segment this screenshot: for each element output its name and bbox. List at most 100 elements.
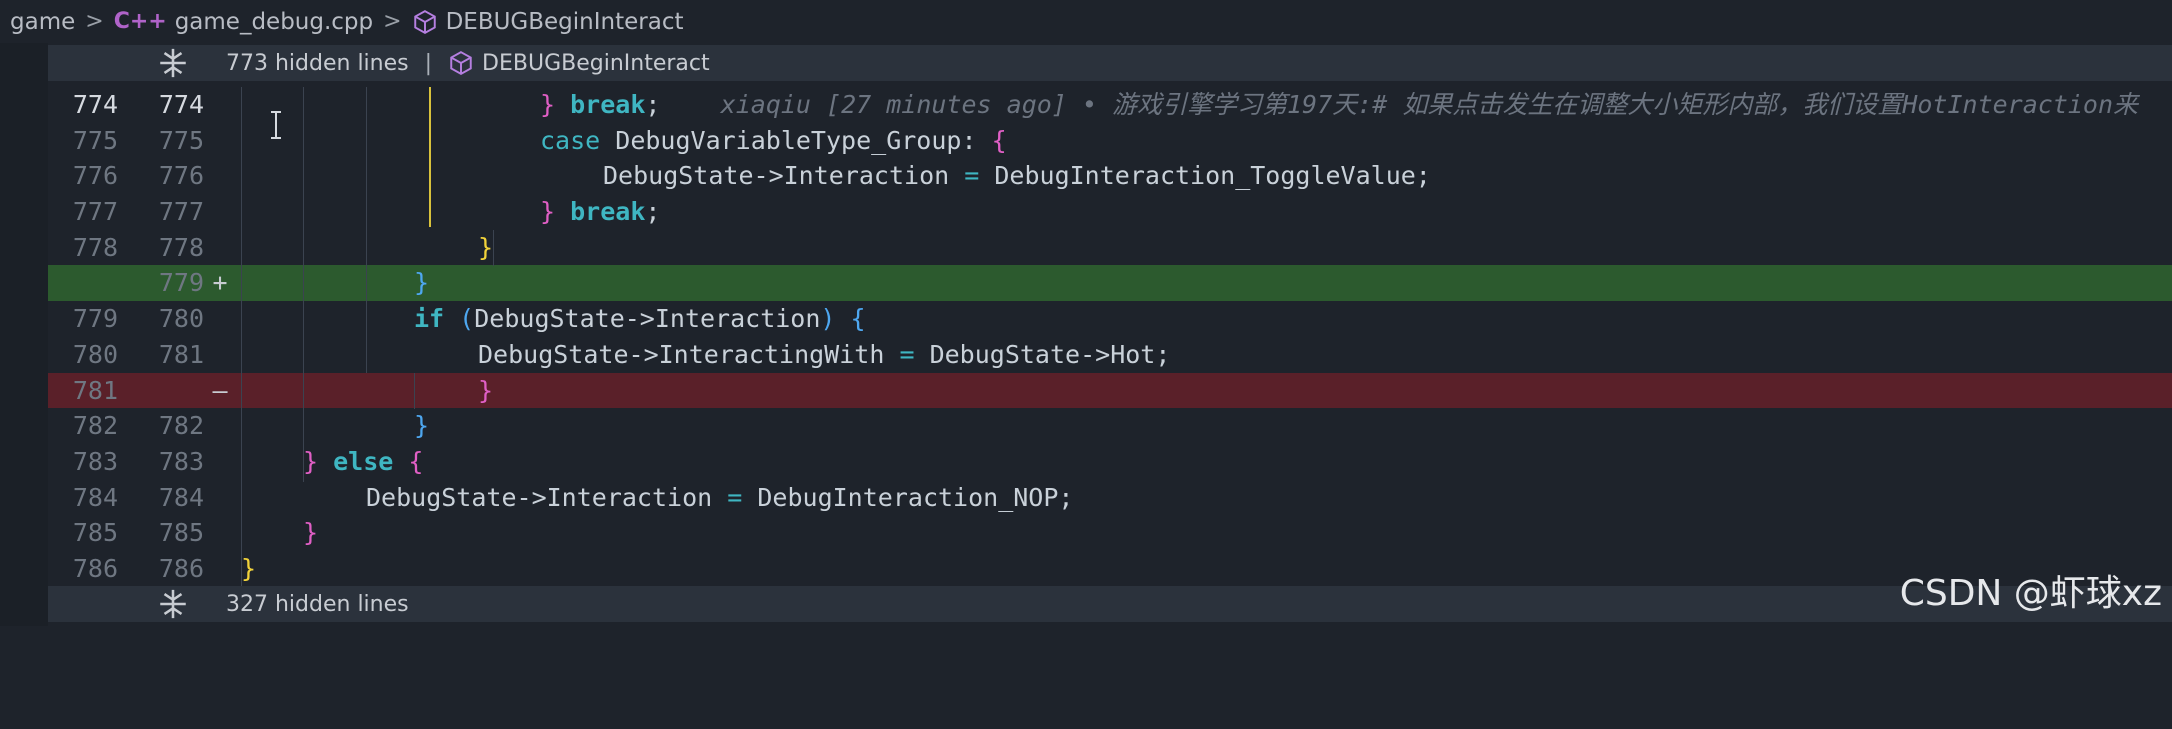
fold-bar-top[interactable]: 773 hidden lines | DEBUGBeginInteract [48, 45, 2172, 81]
code-line[interactable]: 785 785 } [48, 515, 2172, 551]
code-line[interactable]: 782 782 } [48, 408, 2172, 444]
operator: = [899, 339, 915, 369]
brace: } [241, 553, 257, 583]
indent-guide [303, 87, 304, 482]
old-line-number: 782 [72, 411, 118, 441]
new-line-number: 783 [158, 446, 204, 476]
new-line-number: 784 [158, 482, 204, 512]
chevron-right-icon: > [85, 9, 104, 34]
git-blame-annotation[interactable]: xiaqiu [27 minutes ago] • 游戏引擎学习第197天:# … [721, 90, 2138, 119]
rhs: DebugInteraction_NOP; [757, 482, 1074, 512]
chevron-right-icon: > [383, 9, 402, 34]
brace: } [478, 232, 494, 262]
old-line-number: 774 [72, 90, 118, 119]
brace: } [414, 411, 430, 441]
operator: = [727, 482, 743, 512]
breadcrumb-folder[interactable]: game [10, 9, 75, 35]
old-line-number: 779 [72, 304, 118, 334]
brace: } [414, 268, 430, 298]
keyword-case: case [540, 125, 601, 155]
new-line-number: 785 [158, 518, 204, 548]
rhs: DebugState->Hot; [929, 339, 1171, 369]
code-text: DebugState->InteractingWith = DebugState… [478, 337, 1170, 373]
case-label: DebugVariableType_Group: [600, 125, 977, 155]
code-text: } [478, 373, 493, 409]
old-line-number: 785 [72, 518, 118, 548]
old-line-number: 777 [72, 197, 118, 227]
added-marker: + [212, 268, 228, 298]
new-line-number: 781 [158, 339, 204, 369]
old-line-number: 776 [72, 161, 118, 191]
hidden-lines-label: 773 hidden lines [226, 50, 409, 76]
hidden-lines-label: 327 hidden lines [226, 591, 409, 617]
old-line-number: 781 [72, 375, 118, 405]
brace: { [850, 304, 866, 334]
new-line-number: 779 [158, 268, 204, 298]
code-text: DebugState->Interaction = DebugInteracti… [603, 158, 1431, 194]
cpp-file-icon: C++ [113, 9, 167, 34]
brace: } [303, 518, 319, 548]
code-text: } break; xiaqiu [27 minutes ago] • 游戏引擎学… [540, 87, 2138, 123]
old-line-number: 783 [72, 446, 118, 476]
code-text: if (DebugState->Interaction) { [414, 301, 866, 337]
code-text: } [478, 230, 493, 266]
activity-gutter [0, 43, 48, 626]
code-line[interactable]: 784 784 DebugState->Interaction = DebugI… [48, 480, 2172, 516]
unfold-icon[interactable] [156, 46, 190, 80]
indent-guide [414, 373, 415, 409]
fold-symbol: DEBUGBeginInteract [482, 50, 710, 76]
method-cube-icon [450, 51, 472, 75]
new-line-number: 776 [158, 161, 204, 191]
keyword-if: if [414, 304, 445, 334]
fold-bar-bottom[interactable]: 327 hidden lines [48, 586, 2172, 622]
keyword-break: break [570, 197, 646, 227]
old-line-number: 778 [72, 232, 118, 262]
watermark: CSDN @虾球xz [1899, 573, 2162, 614]
lhs: DebugState->Interaction [603, 161, 950, 191]
text-cursor-icon [271, 111, 281, 139]
method-cube-icon [413, 9, 436, 34]
diff-editor[interactable]: 774 774 } break; xiaqiu [27 minutes ago]… [48, 87, 2172, 587]
code-text: } [414, 265, 429, 301]
rhs: DebugInteraction_ToggleValue; [994, 161, 1431, 191]
code-text: } else { [303, 444, 423, 480]
code-line[interactable]: 786 786 } [48, 551, 2172, 587]
brace: } [540, 197, 556, 227]
new-line-number: 786 [158, 553, 204, 583]
indent-guide [366, 87, 367, 373]
code-text: } [303, 515, 318, 551]
new-line-number: 774 [158, 90, 204, 119]
code-line[interactable]: 783 783 } else { [48, 444, 2172, 480]
brace: } [540, 90, 556, 119]
breadcrumb-symbol[interactable]: DEBUGBeginInteract [446, 9, 684, 35]
indent-guide [493, 230, 494, 266]
brace: { [408, 446, 424, 476]
active-indent-guide [429, 87, 431, 227]
brace: } [303, 446, 319, 476]
new-line-number: 778 [158, 232, 204, 262]
removed-marker: — [212, 375, 228, 405]
code-text: } [241, 551, 256, 587]
old-line-number: 786 [72, 553, 118, 583]
operator: = [964, 161, 980, 191]
old-line-number: 784 [72, 482, 118, 512]
paren: ) [820, 304, 836, 334]
semicolon: ; [645, 90, 661, 119]
lhs: DebugState->InteractingWith [478, 339, 885, 369]
old-line-number: 775 [72, 125, 118, 155]
code-line-removed[interactable]: 781 — } [48, 372, 2172, 409]
code-text: case DebugVariableType_Group: { [540, 123, 1007, 159]
breadcrumb: game > C++ game_debug.cpp > DEBUGBeginIn… [0, 0, 2172, 43]
condition: DebugState->Interaction [474, 304, 821, 334]
unfold-icon[interactable] [156, 587, 190, 621]
old-line-number: 780 [72, 339, 118, 369]
breadcrumb-file[interactable]: game_debug.cpp [175, 9, 373, 35]
semicolon: ; [645, 197, 661, 227]
code-text: } [414, 408, 429, 444]
keyword-else: else [333, 446, 394, 476]
new-line-number: 775 [158, 125, 204, 155]
brace: } [478, 375, 494, 405]
indent-guide [241, 87, 242, 587]
keyword-break: break [570, 90, 646, 119]
new-line-number: 780 [158, 304, 204, 334]
